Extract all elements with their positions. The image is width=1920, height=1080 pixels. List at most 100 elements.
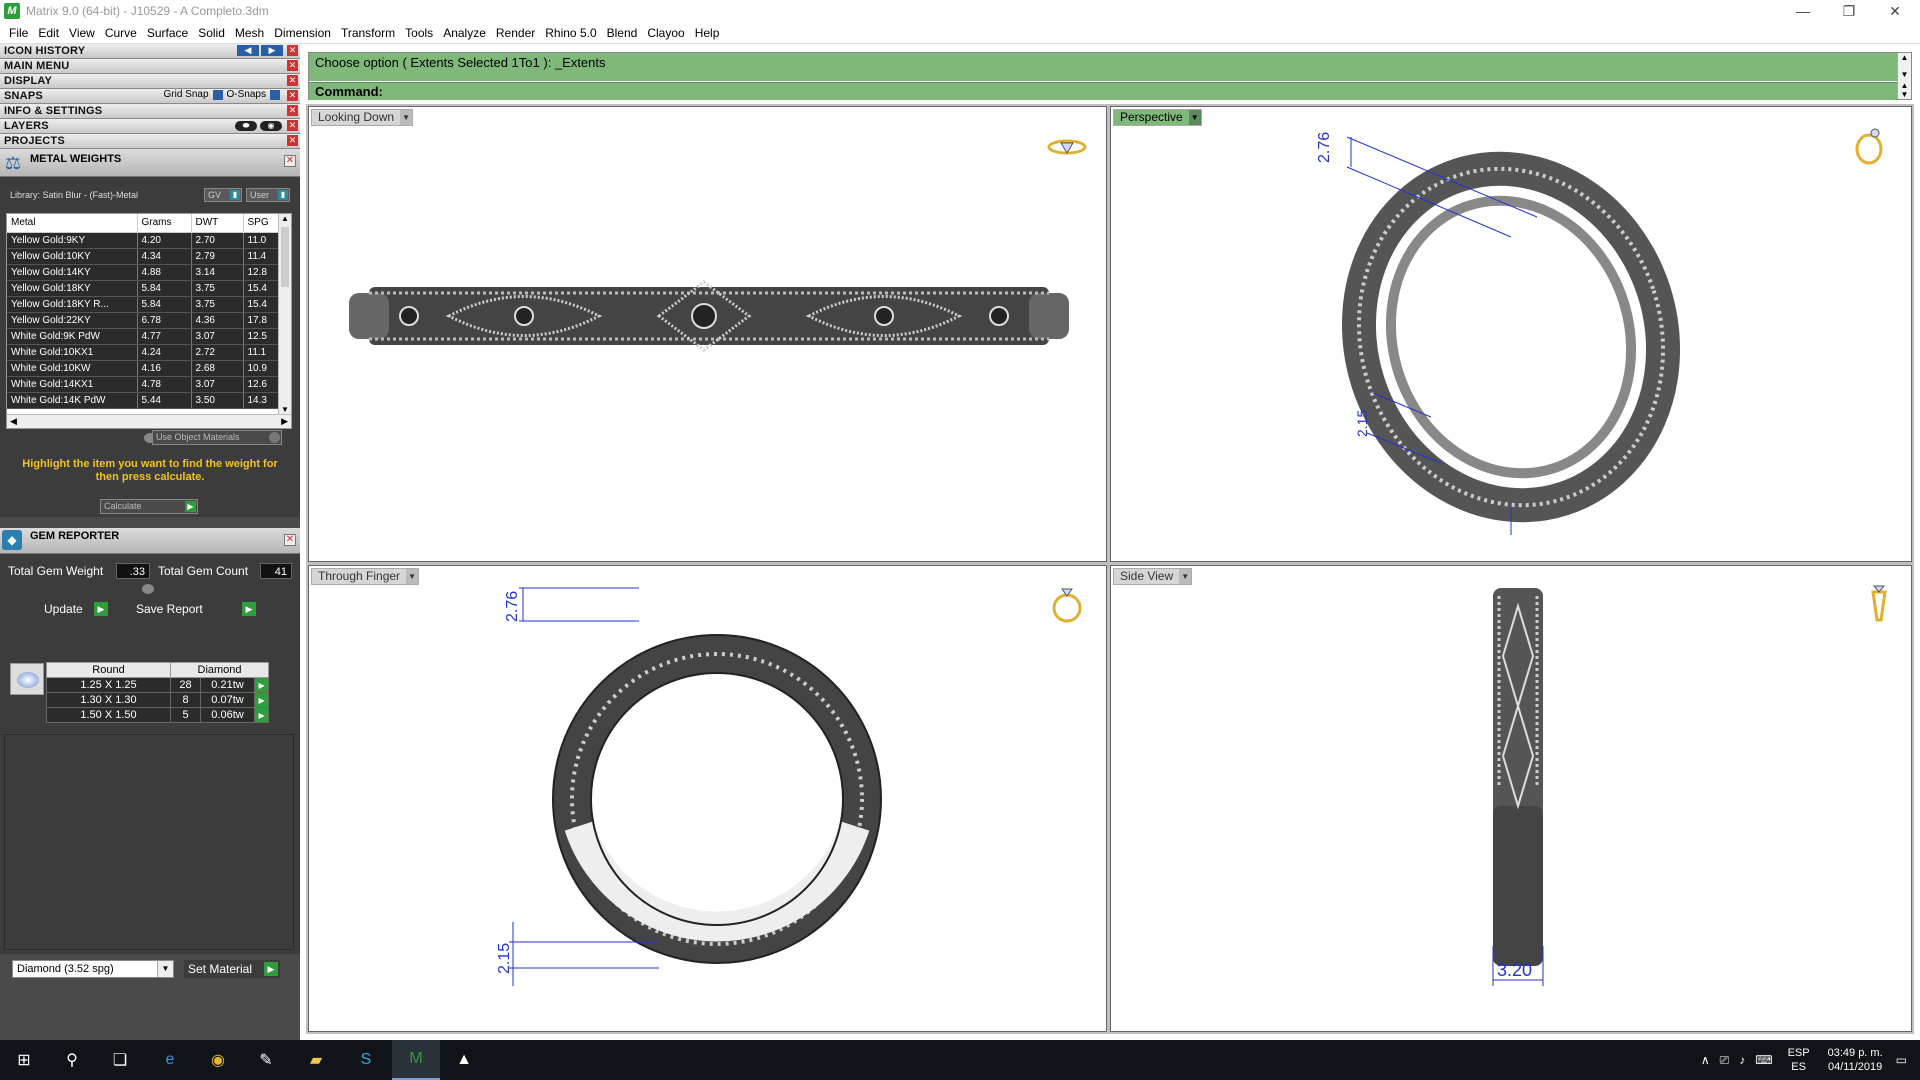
save-report-button[interactable]: Save Report ▶ — [136, 601, 258, 617]
material-select[interactable]: Diamond (3.52 spg) ▼ — [12, 960, 174, 978]
osnap-settings-icon[interactable] — [270, 89, 280, 100]
menu-dimension[interactable]: Dimension — [269, 26, 336, 40]
update-button[interactable]: Update ▶ — [44, 601, 112, 617]
clock[interactable]: 03:49 p. m. 04/11/2019 — [1828, 1046, 1883, 1074]
paint-icon[interactable]: ✎ — [242, 1040, 290, 1080]
menu-view[interactable]: View — [64, 26, 100, 40]
close-icon[interactable]: ✕ — [287, 75, 298, 86]
close-icon[interactable]: ✕ — [287, 45, 298, 56]
calculate-button[interactable]: Calculate ▶ — [100, 499, 198, 514]
menu-transform[interactable]: Transform — [336, 26, 400, 40]
viewport-through-finger[interactable]: Through Finger ▼ 2.76 2.15 — [308, 565, 1107, 1032]
matrix-icon[interactable]: M — [392, 1040, 440, 1080]
close-icon[interactable]: ✕ — [287, 135, 298, 146]
stack-icon-history[interactable]: ICON HISTORY ◀ ▶ ✕ — [0, 44, 300, 59]
windows-start-icon[interactable]: ⊞ — [0, 1040, 48, 1080]
horizontal-scrollbar[interactable]: ◀ ▶ — [7, 414, 291, 428]
stack-display[interactable]: DISPLAY ✕ — [0, 74, 300, 89]
command-prompt[interactable]: Command: — [309, 82, 1897, 100]
table-row[interactable]: Yellow Gold:9KY 4.20 2.70 11.0 — [7, 232, 280, 249]
col-spg[interactable]: SPG — [243, 214, 280, 233]
stack-snaps[interactable]: SNAPS Grid Snap O-Snaps ✕ — [0, 89, 300, 104]
table-row[interactable]: Yellow Gold:10KY 4.34 2.79 11.4 — [7, 248, 280, 265]
use-object-materials-toggle[interactable]: Use Object Materials — [152, 430, 282, 445]
skype-icon[interactable]: S — [342, 1040, 390, 1080]
close-icon[interactable]: ✕ — [287, 105, 298, 116]
scroll-down-icon[interactable]: ▼ — [279, 405, 291, 414]
forward-arrow-icon[interactable]: ▶ — [261, 45, 283, 56]
language-indicator[interactable]: ESP ES — [1788, 1046, 1810, 1074]
network-icon[interactable]: ⎚ — [1720, 1053, 1730, 1068]
close-icon[interactable]: ✕ — [287, 90, 298, 101]
menu-tools[interactable]: Tools — [400, 26, 438, 40]
table-row[interactable]: 1.25 X 1.25 28 0.21tw ▶ — [46, 677, 270, 693]
menu-mesh[interactable]: Mesh — [230, 26, 269, 40]
col-grams[interactable]: Grams — [137, 214, 192, 233]
table-row[interactable]: 1.50 X 1.50 5 0.06tw ▶ — [46, 707, 270, 723]
keyboard-icon[interactable]: ⌨ — [1755, 1053, 1772, 1067]
menu-edit[interactable]: Edit — [33, 26, 64, 40]
menu-file[interactable]: File — [4, 26, 33, 40]
scroll-up-icon[interactable]: ▲ — [1898, 81, 1911, 90]
scroll-up-icon[interactable]: ▲ — [279, 214, 291, 223]
table-row[interactable]: White Gold:10KX1 4.24 2.72 11.1 — [7, 344, 280, 361]
vertical-scrollbar[interactable]: ▲ ▼ — [278, 214, 291, 414]
table-row[interactable]: White Gold:14KX1 4.78 3.07 12.6 — [7, 376, 280, 393]
viewport-perspective[interactable]: Perspective ▼ 2.76 2.15 — [1110, 106, 1912, 562]
menu-solid[interactable]: Solid — [193, 26, 230, 40]
stack-layers[interactable]: LAYERS ⬬ ◉ ✕ — [0, 119, 300, 134]
menu-clayoo[interactable]: Clayoo — [642, 26, 689, 40]
scroll-up-icon[interactable]: ▲ — [1898, 53, 1911, 62]
viewport-looking-down[interactable]: Looking Down ▼ — [308, 106, 1107, 562]
chrome-browser-icon[interactable]: ◉ — [194, 1040, 242, 1080]
edge-browser-icon[interactable]: e — [146, 1040, 194, 1080]
volume-icon[interactable]: ♪ — [1739, 1053, 1745, 1067]
menu-help[interactable]: Help — [690, 26, 725, 40]
close-icon[interactable]: ✕ — [287, 120, 298, 131]
search-icon[interactable]: ⚲ — [48, 1040, 96, 1080]
table-row[interactable]: Yellow Gold:22KY 6.78 4.36 17.8 — [7, 312, 280, 329]
task-view-icon[interactable]: ❏ — [96, 1040, 144, 1080]
scroll-down-icon[interactable]: ▼ — [1898, 90, 1911, 99]
table-row[interactable]: Yellow Gold:18KY 5.84 3.75 15.4 — [7, 280, 280, 297]
menu-curve[interactable]: Curve — [100, 26, 142, 40]
back-arrow-icon[interactable]: ◀ — [237, 45, 259, 56]
scroll-left-icon[interactable]: ◀ — [10, 416, 17, 427]
menu-rhino[interactable]: Rhino 5.0 — [540, 26, 601, 40]
set-material-button[interactable]: Set Material ▶ — [184, 960, 280, 978]
scroll-right-icon[interactable]: ▶ — [281, 416, 288, 427]
viewport-side-view[interactable]: Side View ▼ 3.20 — [1110, 565, 1912, 1032]
table-row[interactable]: White Gold:9K PdW 4.77 3.07 12.5 — [7, 328, 280, 345]
scroll-down-icon[interactable]: ▼ — [1898, 70, 1911, 79]
menu-blend[interactable]: Blend — [602, 26, 643, 40]
photos-icon[interactable]: ▲ — [440, 1040, 488, 1080]
table-row[interactable]: White Gold:14K PdW 5.44 3.50 14.3 — [7, 392, 280, 409]
stack-main-menu[interactable]: MAIN MENU ✕ — [0, 59, 300, 74]
user-toggle[interactable]: User ▮ — [246, 188, 290, 202]
grid-snap-toggle[interactable]: Grid Snap — [164, 89, 209, 100]
col-dwt[interactable]: DWT — [191, 214, 244, 233]
stack-info-settings[interactable]: INFO & SETTINGS ✕ — [0, 104, 300, 119]
select-icon[interactable]: ▶ — [253, 707, 270, 723]
minimize-button[interactable]: — — [1780, 0, 1826, 22]
file-explorer-icon[interactable]: ▰ — [292, 1040, 340, 1080]
osnaps-toggle[interactable]: O-Snaps — [227, 89, 266, 100]
close-icon[interactable]: ✕ — [284, 155, 296, 167]
restore-button[interactable]: ❐ — [1826, 0, 1872, 22]
table-row[interactable]: Yellow Gold:18KY R... 5.84 3.75 15.4 — [7, 296, 280, 313]
menu-analyze[interactable]: Analyze — [438, 26, 491, 40]
table-row[interactable]: White Gold:10KW 4.16 2.68 10.9 — [7, 360, 280, 377]
close-icon[interactable]: ✕ — [284, 534, 296, 546]
notifications-icon[interactable]: ▭ — [1896, 1053, 1907, 1067]
close-button[interactable]: ✕ — [1872, 0, 1918, 22]
splitter-handle-icon[interactable] — [142, 584, 154, 594]
select-icon[interactable]: ▶ — [253, 677, 270, 693]
select-icon[interactable]: ▶ — [253, 692, 270, 708]
command-scrollbar[interactable]: ▲ ▼ ▲ ▼ — [1897, 53, 1911, 99]
scroll-thumb[interactable] — [281, 227, 289, 287]
menu-surface[interactable]: Surface — [142, 26, 193, 40]
chevron-up-icon[interactable]: ∧ — [1701, 1053, 1710, 1067]
round-gem-icon[interactable] — [10, 663, 44, 695]
col-metal[interactable]: Metal — [7, 214, 138, 233]
eye-icon[interactable]: ◉ — [260, 121, 282, 131]
